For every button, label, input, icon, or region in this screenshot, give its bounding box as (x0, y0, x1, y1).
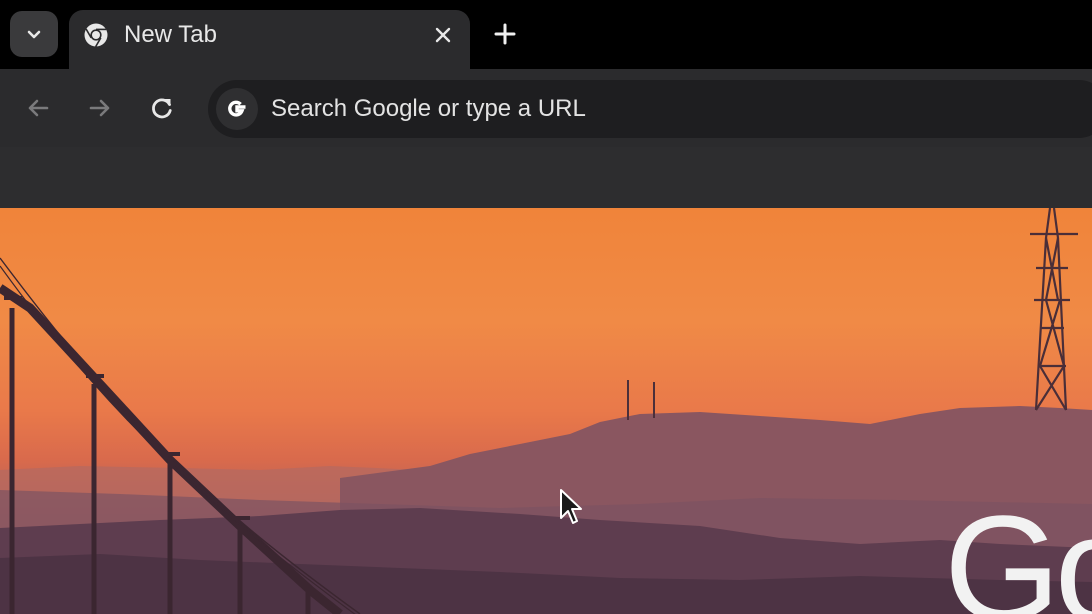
close-icon (435, 27, 451, 43)
chrome-icon (84, 23, 108, 48)
omnibox-placeholder: Search Google or type a URL (271, 95, 586, 122)
arrow-left-icon (28, 99, 49, 117)
arrow-right-icon (89, 99, 110, 117)
tab-strip: New Tab (0, 0, 1092, 69)
background-image (0, 208, 1092, 614)
tab-new-tab[interactable]: New Tab (69, 10, 470, 69)
tab-close-button[interactable] (430, 22, 456, 48)
google-logo: Go (944, 484, 1092, 614)
reload-icon (152, 98, 172, 119)
back-button[interactable] (17, 87, 59, 129)
new-tab-button[interactable] (486, 14, 524, 54)
omnibox[interactable]: Search Google or type a URL (208, 80, 1092, 138)
mouse-cursor-icon (560, 489, 582, 524)
tab-title: New Tab (124, 21, 217, 48)
bookmarks-bar (0, 147, 1092, 208)
reload-button[interactable] (141, 87, 183, 129)
plus-icon (494, 23, 516, 45)
new-tab-page-background: Go (0, 208, 1092, 614)
chevron-down-icon (27, 30, 41, 39)
browser-toolbar: Search Google or type a URL (0, 69, 1092, 208)
forward-button[interactable] (79, 87, 121, 129)
google-g-icon (216, 88, 258, 130)
tab-search-button[interactable] (10, 11, 58, 57)
